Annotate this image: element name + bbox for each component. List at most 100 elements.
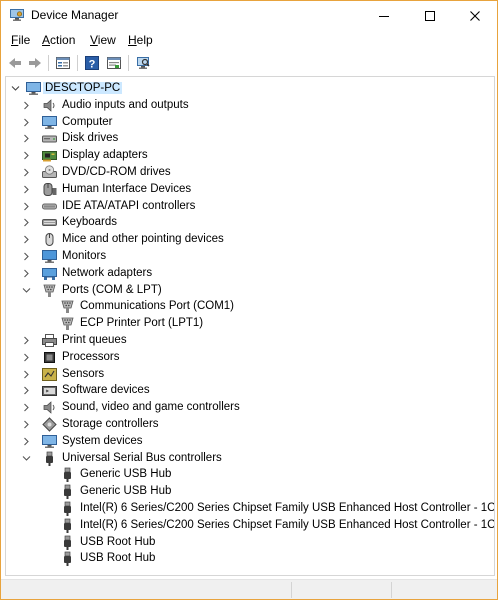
title-bar[interactable]: Device Manager (1, 1, 497, 30)
properties-icon (56, 57, 70, 69)
software-device-icon (42, 383, 57, 398)
tree-category[interactable]: Sensors (6, 366, 486, 383)
menu-bar: File Action View Help (1, 31, 497, 49)
computer-icon (26, 81, 41, 96)
tree-item-label: Intel(R) 6 Series/C200 Series Chipset Fa… (80, 502, 495, 514)
tree-root[interactable]: DESCTOP-PC (6, 80, 486, 97)
chevron-right-icon[interactable] (22, 403, 31, 412)
chevron-right-icon[interactable] (22, 386, 31, 395)
tree-item-label: Intel(R) 6 Series/C200 Series Chipset Fa… (80, 518, 495, 531)
tree-category[interactable]: System devices (6, 433, 486, 450)
scan-hardware-button[interactable] (133, 53, 153, 73)
update-driver-button[interactable] (104, 53, 124, 73)
chevron-right-icon[interactable] (22, 269, 31, 278)
maximize-button[interactable] (407, 1, 453, 30)
tree-category[interactable]: Disk drives (6, 130, 486, 147)
help-button[interactable]: ? (82, 53, 102, 73)
tree-category[interactable]: Universal Serial Bus controllers (6, 450, 486, 467)
chevron-right-icon[interactable] (22, 151, 31, 160)
back-arrow-icon (9, 58, 21, 68)
close-button[interactable] (452, 1, 498, 30)
tree-category[interactable]: Computer (6, 114, 486, 131)
tree-category[interactable]: Monitors (6, 248, 486, 265)
tree-category[interactable]: Sound, video and game controllers (6, 399, 486, 416)
chevron-right-icon[interactable] (22, 370, 31, 379)
tree-device[interactable]: USB Root Hub (6, 550, 486, 567)
chevron-right-icon[interactable] (22, 353, 31, 362)
monitor-icon (42, 249, 57, 264)
chevron-right-icon[interactable] (22, 252, 31, 261)
chevron-right-icon[interactable] (22, 134, 31, 143)
sensor-icon (42, 367, 57, 382)
menu-action[interactable]: Action (42, 33, 75, 47)
status-bar (1, 579, 497, 599)
tree-category[interactable]: Software devices (6, 382, 486, 399)
tree-category[interactable]: Network adapters (6, 265, 486, 282)
chevron-right-icon[interactable] (22, 101, 31, 110)
tree-category[interactable]: IDE ATA/ATAPI controllers (6, 198, 486, 215)
svg-text:?: ? (89, 59, 96, 71)
tree-device[interactable]: USB Root Hub (6, 534, 486, 551)
tree-category[interactable]: Storage controllers (6, 416, 486, 433)
chevron-down-icon[interactable] (22, 454, 31, 463)
tree-category[interactable]: Print queues (6, 332, 486, 349)
tree-item-label: DVD/CD-ROM drives (62, 166, 171, 178)
chevron-right-icon[interactable] (22, 168, 31, 177)
chevron-right-icon[interactable] (22, 118, 31, 127)
tree-device[interactable]: Intel(R) 6 Series/C200 Series Chipset Fa… (6, 517, 494, 534)
tree-item-label: Audio inputs and outputs (62, 98, 189, 111)
toolbar-separator (128, 55, 129, 71)
chevron-down-icon[interactable] (11, 84, 20, 93)
tree-device[interactable]: Intel(R) 6 Series/C200 Series Chipset Fa… (6, 500, 494, 517)
minimize-button[interactable] (361, 1, 407, 30)
chevron-right-icon[interactable] (22, 202, 31, 211)
menu-action-label: ction (50, 33, 76, 47)
tree-category[interactable]: Audio inputs and outputs (6, 97, 486, 114)
chevron-right-icon[interactable] (22, 218, 31, 227)
tree-device[interactable]: Generic USB Hub (6, 483, 486, 500)
forward-button[interactable] (25, 53, 45, 73)
tree-category[interactable]: Processors (6, 349, 486, 366)
chevron-right-icon[interactable] (22, 420, 31, 429)
tree-category[interactable]: DVD/CD-ROM drives (6, 164, 486, 181)
tree-category[interactable]: Display adapters (6, 147, 486, 164)
back-button[interactable] (5, 53, 25, 73)
tree-category[interactable]: Mice and other pointing devices (6, 231, 486, 248)
tree-item-label: Storage controllers (62, 418, 159, 430)
device-manager-window: Device Manager File Action View Help ? D… (0, 0, 498, 600)
tree-item-label: Computer (62, 115, 113, 128)
tree-item-label: USB Root Hub (80, 552, 156, 565)
tree-item-label: Print queues (62, 334, 127, 346)
menu-action-accel: A (42, 33, 51, 47)
menu-view[interactable]: View (90, 33, 116, 47)
keyboard-icon (42, 215, 57, 230)
device-manager-icon (10, 9, 24, 21)
ide-controller-icon (42, 199, 57, 214)
menu-file[interactable]: File (11, 33, 30, 47)
tree-item-label: Ports (COM & LPT) (62, 283, 162, 296)
chevron-right-icon[interactable] (22, 185, 31, 194)
chevron-right-icon[interactable] (22, 235, 31, 244)
device-tree[interactable]: DESCTOP-PC Audio inputs and outputs Compu… (5, 76, 495, 576)
chevron-down-icon[interactable] (22, 286, 31, 295)
tree-category[interactable]: Human Interface Devices (6, 181, 486, 198)
usb-icon (60, 467, 75, 483)
chevron-right-icon[interactable] (22, 336, 31, 345)
toolbar-separator (48, 55, 49, 71)
mouse-icon (42, 232, 57, 247)
tree-category[interactable]: Ports (COM & LPT) (6, 282, 486, 299)
hid-icon (42, 182, 57, 197)
maximize-icon (425, 11, 435, 21)
menu-view-label: iew (97, 33, 116, 47)
tree-device[interactable]: Communications Port (COM1) (6, 298, 486, 315)
tree-item-label: Disk drives (62, 132, 119, 145)
update-driver-icon (107, 57, 121, 69)
tree-device[interactable]: Generic USB Hub (6, 466, 486, 483)
chevron-right-icon[interactable] (22, 437, 31, 446)
properties-button[interactable] (53, 53, 73, 73)
menu-help[interactable]: Help (128, 33, 153, 47)
tree-device[interactable]: ECP Printer Port (LPT1) (6, 315, 486, 332)
usb-icon (42, 451, 57, 466)
tree-item-label: Sound, video and game controllers (62, 401, 240, 414)
tree-category[interactable]: Keyboards (6, 214, 486, 231)
